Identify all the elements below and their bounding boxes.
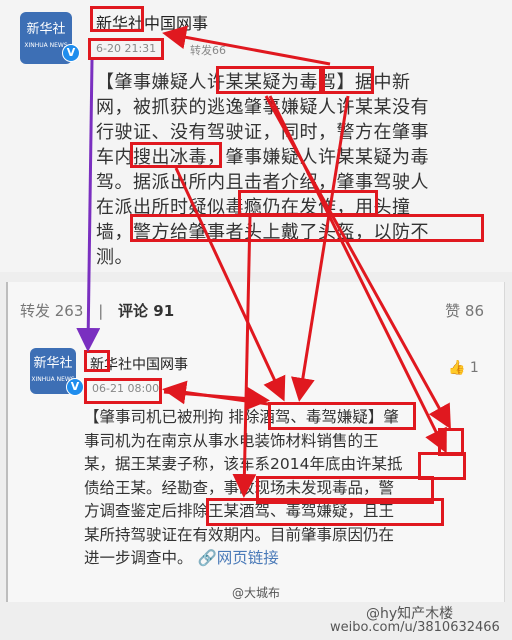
highlight-box [84, 350, 110, 372]
like-count: 1 [469, 360, 479, 376]
post-line: 测。 [96, 247, 133, 268]
verified-badge-icon: V [66, 378, 84, 396]
post-line: 网，被抓获的逃逸肇事嫌疑人许某某没有 [96, 97, 429, 118]
watermark-source: @大城布 [232, 586, 281, 600]
tab-repost[interactable]: 转发 263 [20, 300, 83, 321]
highlight-box [130, 142, 222, 168]
highlight-box [88, 38, 164, 60]
highlight-box [268, 402, 416, 430]
verified-badge-icon: V [62, 44, 80, 62]
post-line: 事司机为在南京从事水电装饰材料销售的王 [84, 431, 379, 450]
highlight-box [130, 214, 484, 242]
link-icon: 🔗 [197, 549, 217, 567]
post-line: 进一步调查中。 🔗网页链接 [84, 549, 279, 567]
tab-comment[interactable]: 评论 91 [118, 300, 174, 321]
repost-count[interactable]: 转发66 [190, 42, 226, 58]
watermark-url: weibo.com/u/3810632466 [330, 620, 500, 635]
web-link[interactable]: 网页链接 [217, 549, 279, 567]
like-button[interactable]: 👍 1 [448, 360, 479, 376]
avatar-text: 新华社 [26, 22, 66, 37]
tab-like[interactable]: 赞 86 [445, 300, 484, 321]
highlight-box [216, 66, 322, 94]
thumbs-up-icon: 👍 [448, 360, 466, 376]
highlight-box [206, 498, 444, 526]
feed-tabs: 转发 263 | 评论 91 [20, 300, 184, 321]
avatar-text: 新华社 [33, 356, 73, 371]
highlight-box [84, 378, 162, 404]
post-line: 某所持驾驶证在有效期内。目前肇事原因仍在 [84, 525, 395, 544]
highlight-box [322, 66, 374, 94]
highlight-box [90, 6, 144, 32]
tab-divider: | [98, 302, 104, 320]
highlight-box [238, 190, 378, 216]
